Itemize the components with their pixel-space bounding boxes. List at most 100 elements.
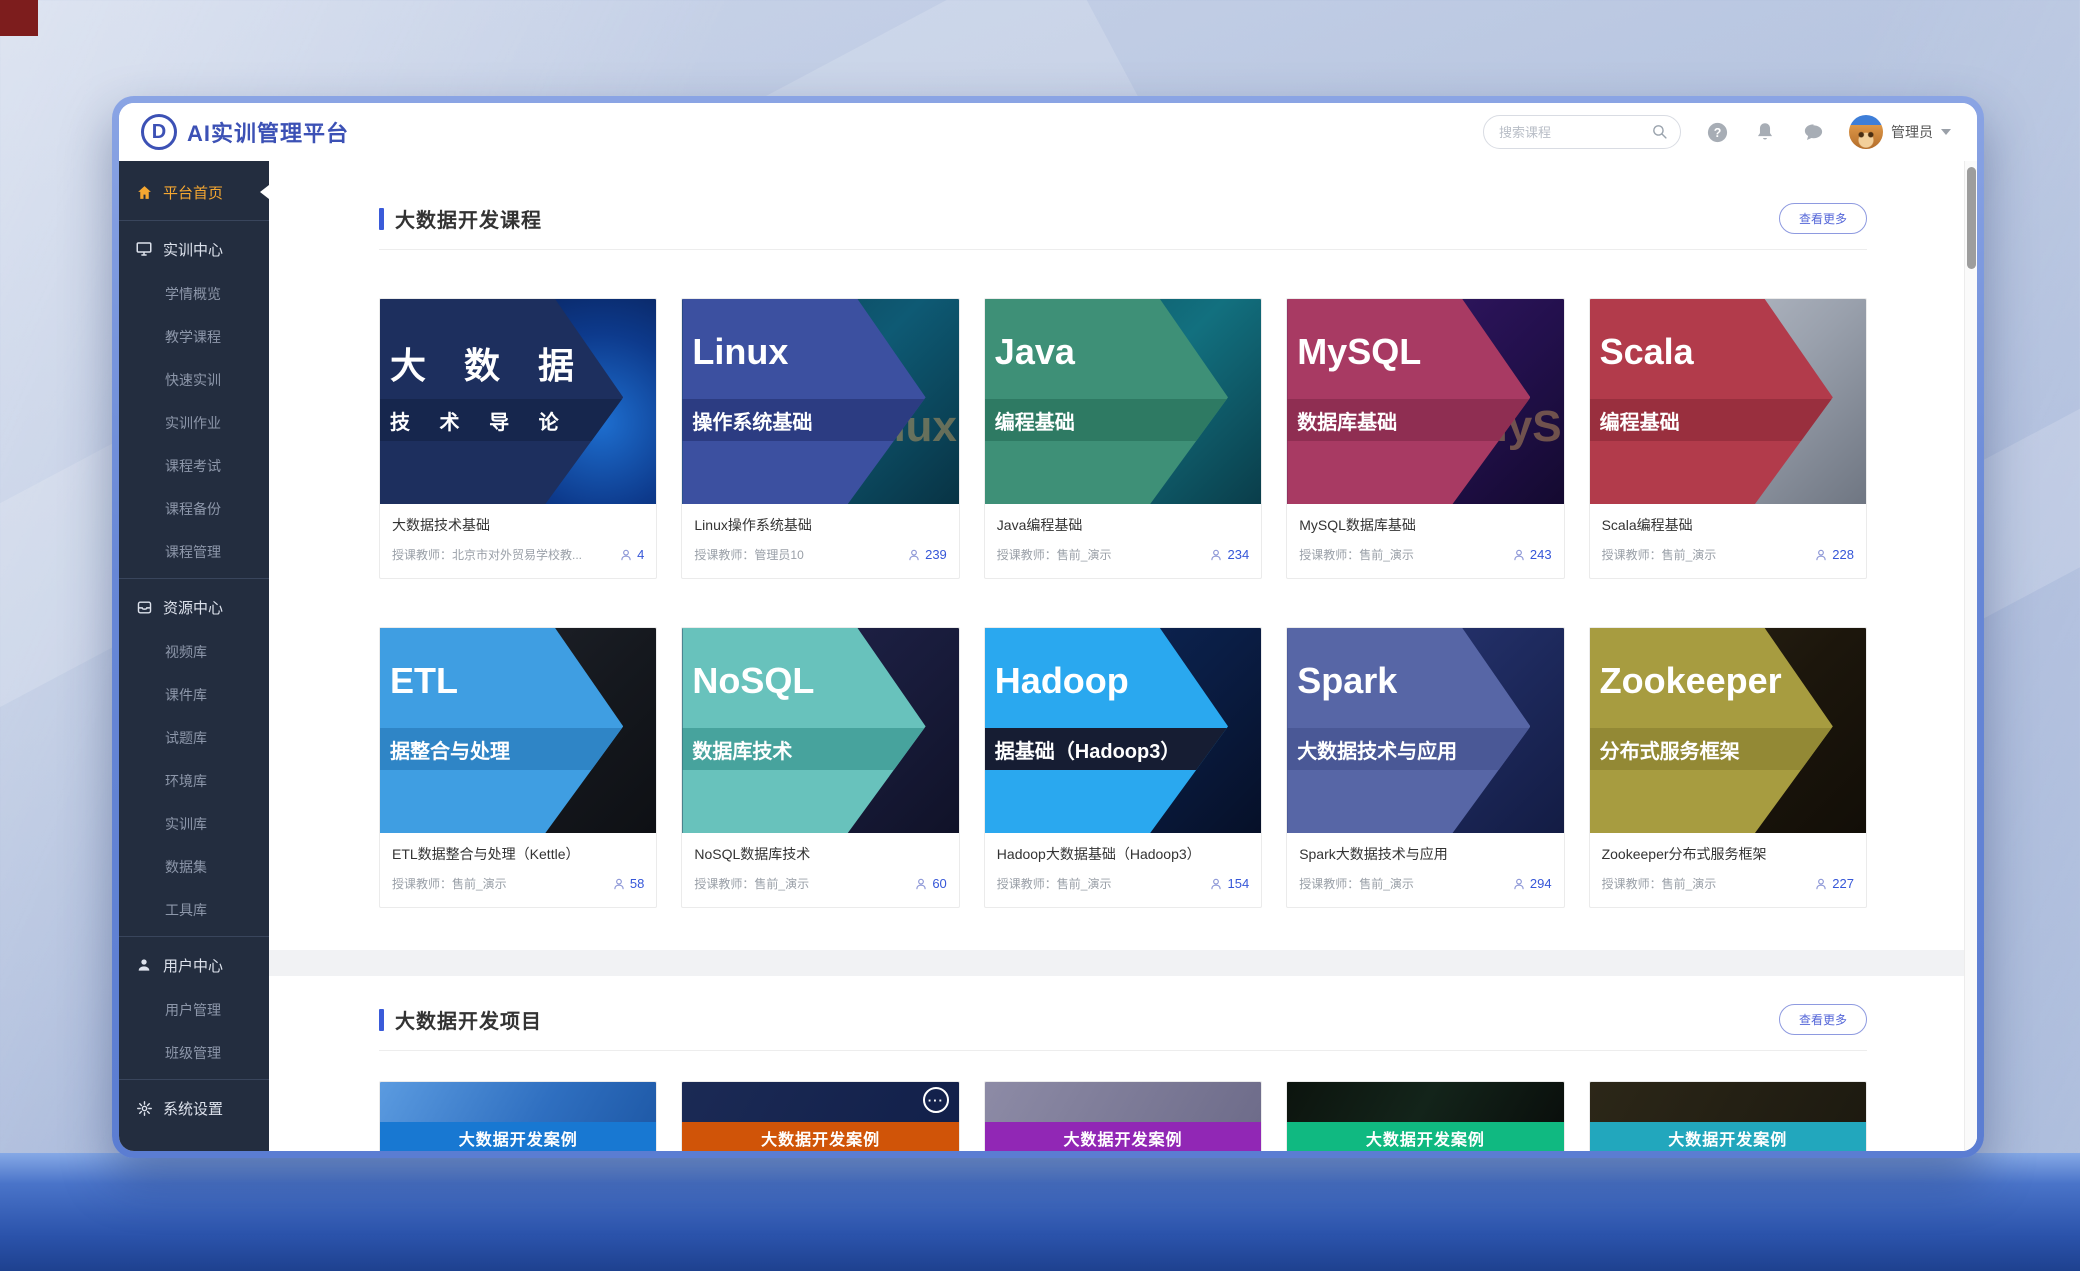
divider — [379, 1050, 1867, 1051]
project-card[interactable]: ··· 大数据开发案例 — [1286, 1081, 1564, 1151]
app-logo-icon[interactable]: D — [141, 114, 177, 150]
course-card[interactable]: inux Linux 操作系统基础 Linux操作系统基础 授课教师：管理员10… — [681, 298, 959, 579]
course-card[interactable]: Zookeeper 分布式服务框架 Zookeeper分布式服务框架 授课教师：… — [1589, 627, 1867, 908]
enrollment-count: 243 — [1512, 547, 1552, 562]
cover-subtitle: 数据库技术 — [682, 728, 925, 770]
enrollment-number: 239 — [925, 547, 947, 562]
sidebar-subitem[interactable]: 环境库 — [119, 759, 269, 802]
view-more-courses-button[interactable]: 查看更多 — [1779, 203, 1867, 234]
course-title: ETL数据整合与处理（Kettle） — [392, 844, 644, 864]
cover-subtitle: 数据库基础 — [1287, 399, 1530, 441]
sidebar-subitem[interactable]: 快速实训 — [119, 358, 269, 401]
sidebar-subitem[interactable]: 工具库 — [119, 888, 269, 931]
sidebar-item-4[interactable]: 用户中心 — [119, 942, 269, 988]
course-title: 大数据技术基础 — [392, 515, 644, 535]
course-cover-image: Hadoop 据基础（Hadoop3） — [985, 628, 1261, 833]
course-cover-image: NoSQL 数据库技术 — [682, 628, 958, 833]
course-cover-image: Spark 大数据技术与应用 — [1287, 628, 1563, 833]
course-info: Hadoop大数据基础（Hadoop3） 授课教师：售前_演示 154 — [985, 833, 1261, 907]
sidebar-subitem[interactable]: 班级管理 — [119, 1031, 269, 1074]
sidebar-subitem[interactable]: 课程备份 — [119, 487, 269, 530]
sidebar-item-3[interactable]: 资源中心 — [119, 584, 269, 630]
course-info: Java编程基础 授课教师：售前_演示 234 — [985, 504, 1261, 578]
course-meta: 授课教师：售前_演示 154 — [997, 875, 1249, 892]
enrollment-count: 154 — [1209, 876, 1249, 891]
course-card[interactable]: NoSQL 数据库技术 NoSQL数据库技术 授课教师：售前_演示 60 — [681, 627, 959, 908]
project-card[interactable]: ··· 大数据开发案例 — [984, 1081, 1262, 1151]
monitor-icon — [135, 240, 153, 258]
course-cover-image: ETL 据整合与处理 — [380, 628, 656, 833]
enrollment-number: 154 — [1227, 876, 1249, 891]
search-icon[interactable] — [1651, 123, 1668, 145]
enrollment-number: 294 — [1530, 876, 1552, 891]
sidebar-divider — [119, 220, 269, 221]
person-icon — [1209, 548, 1223, 562]
section-courses-header: 大数据开发课程 查看更多 — [379, 203, 1867, 234]
cover-subtitle: 技 术 导 论 — [380, 399, 623, 441]
project-card[interactable]: ··· 大数据开发案例 — [1589, 1081, 1867, 1151]
enrollment-number: 234 — [1227, 547, 1249, 562]
chat-icon[interactable] — [1801, 120, 1825, 144]
course-meta: 授课教师：售前_演示 227 — [1602, 875, 1854, 892]
cover-arrow-shape: 大 数 据 技 术 导 论 — [380, 299, 623, 504]
sidebar-item-5[interactable]: 系统设置 — [119, 1085, 269, 1131]
course-card[interactable]: Hadoop 据基础（Hadoop3） Hadoop大数据基础（Hadoop3）… — [984, 627, 1262, 908]
cover-subtitle: 编程基础 — [985, 399, 1228, 441]
sidebar-subitem[interactable]: 实训作业 — [119, 401, 269, 444]
user-name: 管理员 — [1891, 122, 1933, 142]
course-card[interactable]: 大 数 据 技 术 导 论 大数据技术基础 授课教师：北京市对外贸易学校教...… — [379, 298, 657, 579]
project-card-grid: ··· 大数据开发案例 ··· 大数据开发案例 ··· 大数据开发案例 ··· … — [379, 1081, 1867, 1151]
user-menu[interactable]: 管理员 — [1849, 115, 1951, 149]
section-separator — [269, 950, 1977, 976]
cover-arrow-shape: NoSQL 数据库技术 — [682, 628, 925, 833]
enrollment-count: 294 — [1512, 876, 1552, 891]
sidebar-item-label: 平台首页 — [163, 182, 223, 203]
course-info: Spark大数据技术与应用 授课教师：售前_演示 294 — [1287, 833, 1563, 907]
sidebar-item-label: 用户中心 — [163, 955, 223, 976]
course-meta: 授课教师：售前_演示 234 — [997, 546, 1249, 563]
sidebar-item-2[interactable]: 实训中心 — [119, 226, 269, 272]
sidebar-subitem[interactable]: 课程管理 — [119, 530, 269, 573]
sidebar-item-1[interactable]: 平台首页 — [119, 169, 269, 215]
enrollment-number: 227 — [1832, 876, 1854, 891]
course-card[interactable]: Scala 编程基础 Scala编程基础 授课教师：售前_演示 228 — [1589, 298, 1867, 579]
course-cover-image: inux Linux 操作系统基础 — [682, 299, 958, 504]
cover-title: Scala — [1600, 331, 1694, 373]
bell-icon[interactable] — [1753, 120, 1777, 144]
course-teacher: 授课教师：售前_演示 — [997, 546, 1202, 563]
sidebar-subitem[interactable]: 课程考试 — [119, 444, 269, 487]
sidebar-subitem[interactable]: 教学课程 — [119, 315, 269, 358]
course-title: Linux操作系统基础 — [694, 515, 946, 535]
sidebar-subitem[interactable]: 课件库 — [119, 673, 269, 716]
person-icon — [1814, 548, 1828, 562]
course-info: 大数据技术基础 授课教师：北京市对外贸易学校教... 4 — [380, 504, 656, 578]
course-cover-image: 大 数 据 技 术 导 论 — [380, 299, 656, 504]
sidebar-subitem[interactable]: 实训库 — [119, 802, 269, 845]
sidebar-subitem[interactable]: 数据集 — [119, 845, 269, 888]
cover-arrow-shape: Linux 操作系统基础 — [682, 299, 925, 504]
project-card[interactable]: ··· 大数据开发案例 — [681, 1081, 959, 1151]
sidebar-subitem[interactable]: 视频库 — [119, 630, 269, 673]
section-title-projects: 大数据开发项目 — [395, 1005, 542, 1034]
sidebar-item-label: 实训中心 — [163, 239, 223, 260]
course-teacher: 授课教师：售前_演示 — [1299, 875, 1504, 892]
cover-arrow-shape: ETL 据整合与处理 — [380, 628, 623, 833]
scrollbar[interactable] — [1964, 161, 1977, 1151]
course-card[interactable]: ETL 据整合与处理 ETL数据整合与处理（Kettle） 授课教师：售前_演示… — [379, 627, 657, 908]
course-card[interactable]: Java 编程基础 Java编程基础 授课教师：售前_演示 234 — [984, 298, 1262, 579]
course-teacher: 授课教师：售前_演示 — [997, 875, 1202, 892]
course-card[interactable]: MyS MySQL 数据库基础 MySQL数据库基础 授课教师：售前_演示 24… — [1286, 298, 1564, 579]
help-icon[interactable]: ? — [1705, 120, 1729, 144]
view-more-projects-button[interactable]: 查看更多 — [1779, 1004, 1867, 1035]
sidebar-subitem[interactable]: 学情概览 — [119, 272, 269, 315]
sidebar-subitem[interactable]: 用户管理 — [119, 988, 269, 1031]
course-cover-image: MyS MySQL 数据库基础 — [1287, 299, 1563, 504]
avatar[interactable] — [1849, 115, 1883, 149]
scrollbar-thumb[interactable] — [1967, 167, 1976, 269]
sidebar-subitem[interactable]: 试题库 — [119, 716, 269, 759]
user-icon — [135, 956, 153, 974]
course-card[interactable]: Spark 大数据技术与应用 Spark大数据技术与应用 授课教师：售前_演示 … — [1286, 627, 1564, 908]
enrollment-count: 58 — [612, 876, 644, 891]
project-card[interactable]: ··· 大数据开发案例 — [379, 1081, 657, 1151]
cover-arrow-shape: Spark 大数据技术与应用 — [1287, 628, 1530, 833]
